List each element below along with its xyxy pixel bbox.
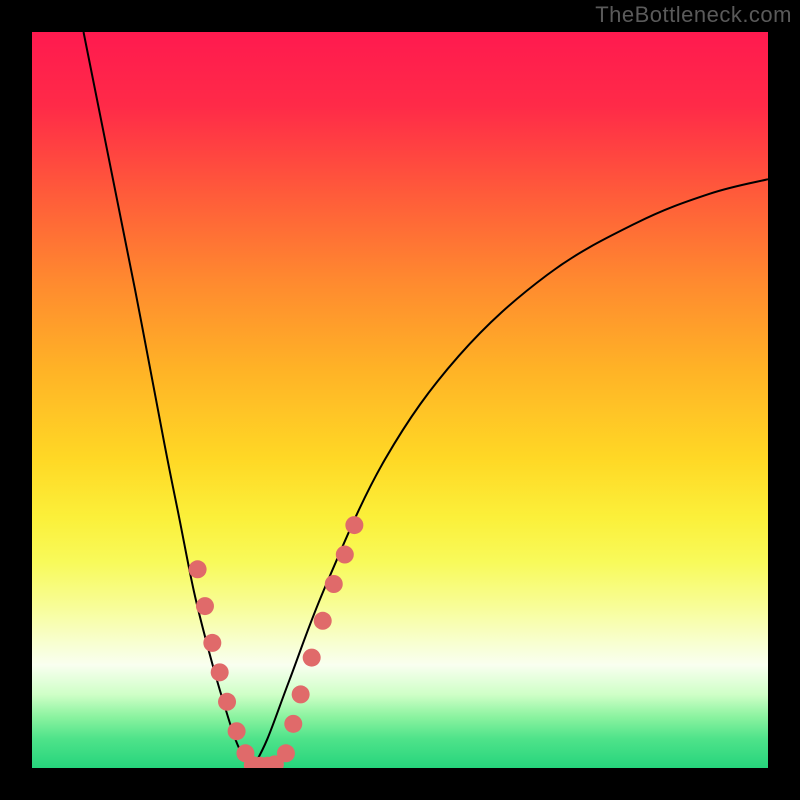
bottleneck-curve: [84, 32, 768, 768]
chart-svg: [32, 32, 768, 768]
data-marker: [189, 560, 207, 578]
plot-area: [32, 32, 768, 768]
data-marker: [314, 612, 332, 630]
data-marker: [196, 597, 214, 615]
data-marker: [228, 722, 246, 740]
marker-group: [189, 516, 364, 768]
data-marker: [325, 575, 343, 593]
data-marker: [211, 663, 229, 681]
data-marker: [292, 685, 310, 703]
data-marker: [336, 546, 354, 564]
data-marker: [284, 715, 302, 733]
data-marker: [345, 516, 363, 534]
data-marker: [303, 649, 321, 667]
data-marker: [203, 634, 221, 652]
chart-frame: TheBottleneck.com: [0, 0, 800, 800]
data-marker: [277, 744, 295, 762]
data-marker: [218, 693, 236, 711]
watermark-text: TheBottleneck.com: [595, 2, 792, 28]
